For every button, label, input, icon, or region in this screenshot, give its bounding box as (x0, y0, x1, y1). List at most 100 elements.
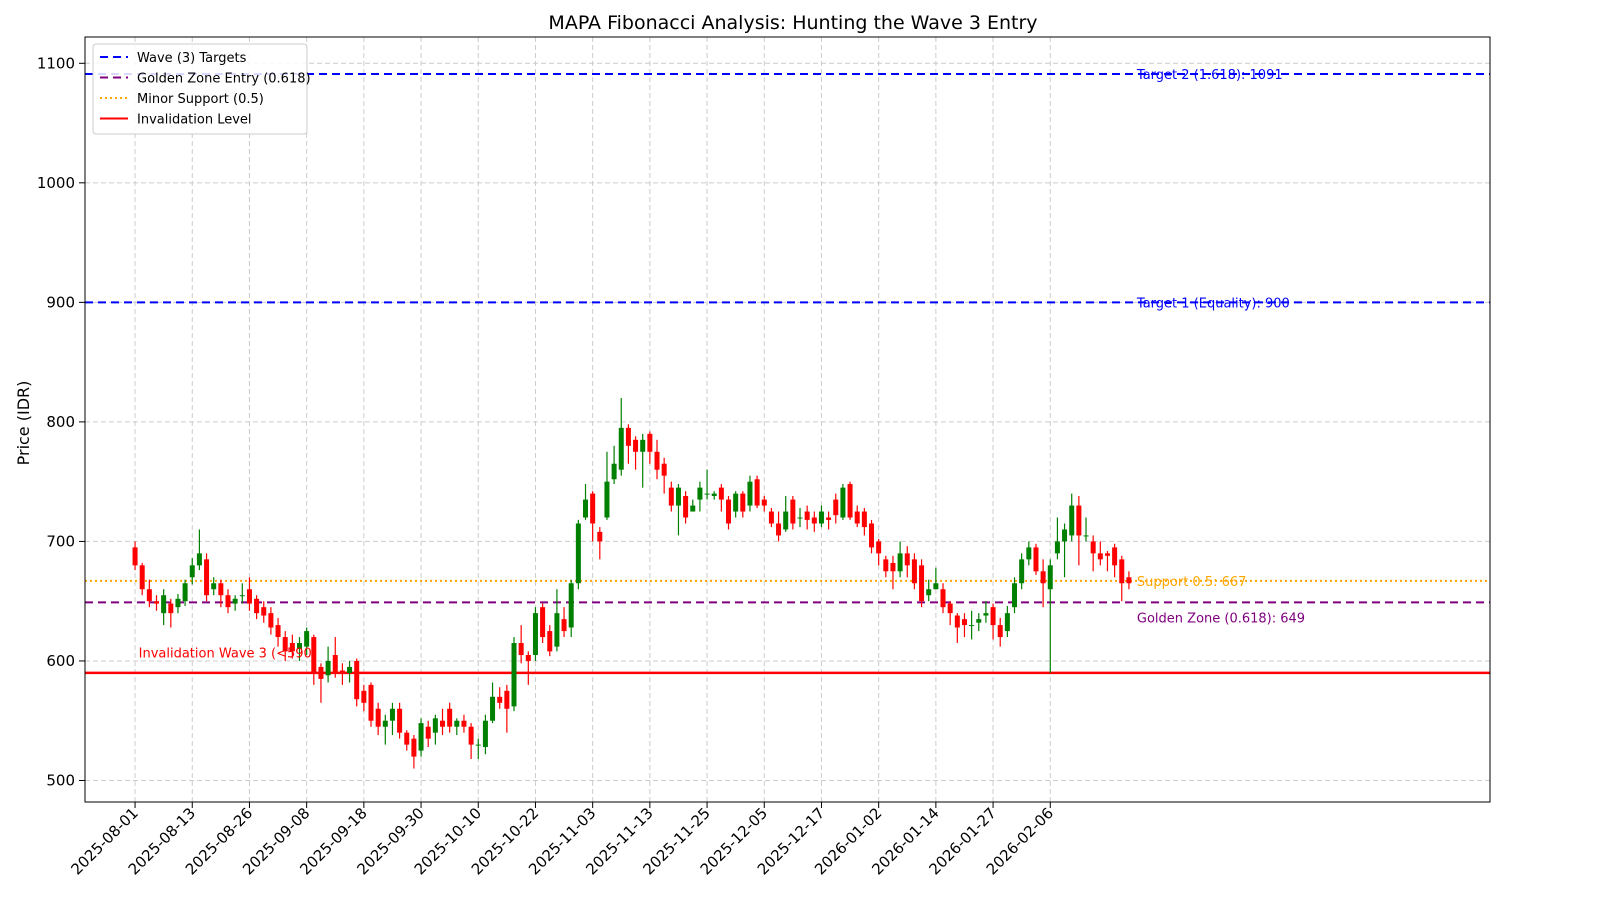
candle-body (461, 720, 467, 727)
candle-body (618, 427, 624, 470)
candle (954, 613, 960, 644)
candle-body (1062, 529, 1068, 542)
candle (783, 496, 789, 532)
candle (811, 511, 817, 532)
candle-body (711, 493, 717, 496)
candle-body (583, 499, 589, 518)
candle (411, 735, 417, 769)
candle (854, 505, 860, 528)
candle-body (697, 487, 703, 500)
candle (382, 714, 388, 745)
candle (204, 553, 210, 602)
candle (847, 481, 853, 520)
candle-body (1076, 505, 1082, 536)
candle (1026, 541, 1032, 566)
candle-body (511, 643, 517, 707)
candle-body (726, 499, 732, 524)
candle-body (690, 505, 696, 512)
candle-body (325, 660, 331, 676)
candle-body (826, 517, 832, 520)
candle (232, 595, 238, 611)
candle-body (146, 589, 152, 602)
candle-body (225, 595, 231, 608)
candle-body (447, 708, 453, 727)
candle (1047, 559, 1053, 673)
candle (869, 519, 875, 554)
candle (375, 702, 381, 736)
candle-body (1112, 547, 1118, 566)
candle (761, 496, 767, 512)
candle (990, 603, 996, 640)
candle-body (883, 559, 889, 572)
invalidation-annotation: Invalidation Wave 3 (<590) (139, 646, 317, 661)
candle-body (940, 589, 946, 608)
candle (318, 663, 324, 703)
grid (85, 37, 1490, 802)
candle-body (761, 499, 767, 506)
candle (911, 553, 917, 590)
candle-body (990, 607, 996, 626)
candle (776, 511, 782, 542)
candle-body (976, 619, 982, 623)
candle-body (547, 631, 553, 652)
candle-body (304, 631, 310, 647)
candle (568, 579, 574, 638)
candle-body (947, 603, 953, 614)
candle (425, 720, 431, 748)
candle (239, 583, 245, 604)
candle-body (568, 583, 574, 628)
candle (1090, 535, 1096, 572)
candle-body (818, 511, 824, 524)
candle-body (604, 481, 610, 518)
candle (647, 431, 653, 464)
candle-body (668, 487, 674, 506)
candle-body (704, 493, 710, 495)
candle-body (597, 531, 603, 542)
candle (447, 702, 453, 733)
target2-level-label: Target 2 (1.618): 1091 (1136, 68, 1283, 83)
candle-body (218, 583, 224, 596)
candle-body (1090, 541, 1096, 554)
candle-body (525, 654, 531, 661)
candle-body (268, 613, 274, 628)
candle (540, 603, 546, 644)
candle-body (475, 744, 481, 746)
candle (1119, 555, 1125, 602)
candle (1004, 605, 1010, 638)
candle (919, 559, 925, 608)
candle (1126, 571, 1132, 590)
candle (726, 496, 732, 530)
candle-body (1083, 535, 1089, 537)
candle-body (440, 720, 446, 727)
candle-body (1119, 559, 1125, 584)
candle (325, 646, 331, 683)
candle (397, 702, 403, 739)
candle (418, 718, 424, 757)
candle-body (389, 708, 395, 721)
candle-body (797, 517, 803, 519)
candle-body (675, 487, 681, 506)
candle (389, 702, 395, 736)
candle (961, 613, 967, 638)
candle (354, 658, 360, 707)
candle-body (776, 523, 782, 536)
candle-body (175, 598, 181, 608)
candle (132, 541, 138, 571)
candle-body (425, 726, 431, 739)
candle (940, 583, 946, 614)
candle (1069, 493, 1075, 542)
candle (461, 714, 467, 733)
candle-body (1033, 547, 1039, 572)
chart-title: MAPA Fibonacci Analysis: Hunting the Wav… (548, 12, 1037, 34)
candle-body (933, 583, 939, 590)
candle-body (718, 487, 724, 500)
candle-body (1040, 571, 1046, 584)
legend: Wave (3) Targets Golden Zone Entry (0.618… (92, 43, 311, 135)
candle (347, 660, 353, 683)
candle-body (1126, 577, 1132, 584)
plot-frame (84, 36, 1491, 803)
candle (332, 637, 338, 678)
candle (161, 589, 167, 626)
candle-body (740, 493, 746, 512)
candle-body (182, 583, 188, 602)
